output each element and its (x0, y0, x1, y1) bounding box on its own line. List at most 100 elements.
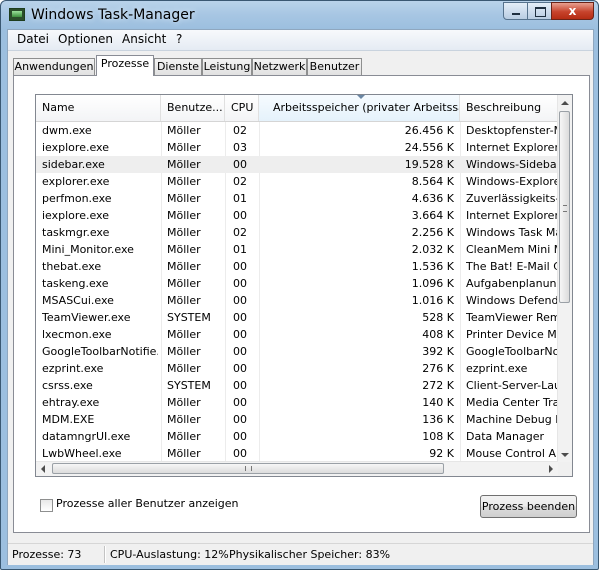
table-row[interactable]: lxecmon.exe Möller 00 408 K Printer Device M… (36, 326, 558, 343)
table-row[interactable]: sidebar.exe Möller 00 19.528 K Windows-Sideb… (36, 156, 558, 173)
table-row[interactable]: datamngrUI.exe Möller 00 108 K Data Manager (36, 428, 558, 445)
table-row[interactable]: LwbWheel.exe Möller 00 92 K Mouse Control Ap… (36, 445, 558, 462)
table-row[interactable]: csrss.exe SYSTEM 00 272 K Client-Server-Lauf… (36, 377, 558, 394)
maximize-button[interactable] (527, 2, 552, 20)
process-name: LwbWheel.exe (42, 447, 122, 460)
scroll-up-icon[interactable] (561, 101, 569, 105)
table-row[interactable]: Mini_Monitor.exe Möller 01 2.032 K CleanMem … (36, 241, 558, 258)
process-memory: 8.564 K (411, 175, 454, 188)
process-cpu: 00 (233, 158, 247, 171)
process-user: Möller (167, 124, 201, 137)
table-row[interactable]: explorer.exe Möller 02 8.564 K Windows-Explo… (36, 173, 558, 190)
tab-prozesse[interactable]: Prozesse (96, 55, 154, 76)
process-description: Internet Explorer (466, 141, 558, 154)
process-list[interactable]: Name Benutze... CPU Arbeitsspeicher (pri… (35, 94, 573, 477)
scroll-down-icon[interactable] (561, 453, 569, 457)
horizontal-scrollbar[interactable] (36, 461, 558, 476)
horizontal-scroll-thumb[interactable] (52, 463, 444, 474)
process-description: Mouse Control App (466, 447, 558, 460)
process-description: Aufgabenplanungs (466, 277, 558, 290)
table-row[interactable]: ezprint.exe Möller 00 276 K ezprint.exe (36, 360, 558, 377)
process-memory: 19.528 K (404, 158, 454, 171)
menu-optionen[interactable]: Optionen (56, 32, 115, 46)
process-cpu: 00 (233, 294, 247, 307)
table-row[interactable]: MSASCui.exe Möller 00 1.016 K Windows Defend… (36, 292, 558, 309)
process-user: Möller (167, 243, 201, 256)
column-name[interactable]: Name (36, 95, 161, 121)
table-row[interactable]: iexplore.exe Möller 03 24.556 K Internet Exp… (36, 139, 558, 156)
menu-ansicht[interactable]: Ansicht (120, 32, 168, 46)
table-row[interactable]: taskeng.exe Möller 00 1.096 K Aufgabenplanun… (36, 275, 558, 292)
process-cpu: 03 (233, 141, 247, 154)
table-row[interactable]: taskmgr.exe Möller 02 2.256 K Windows Task M… (36, 224, 558, 241)
column-user[interactable]: Benutze... (161, 95, 225, 121)
process-name: taskmgr.exe (42, 226, 110, 239)
table-row[interactable]: MDM.EXE Möller 00 136 K Machine Debug Ma (36, 411, 558, 428)
title-bar[interactable]: Windows Task-Manager x (1, 1, 598, 29)
process-name: thebat.exe (42, 260, 102, 273)
process-description: Data Manager (466, 430, 544, 443)
scroll-right-icon[interactable] (549, 465, 553, 473)
process-user: Möller (167, 294, 201, 307)
scroll-left-icon[interactable] (41, 465, 45, 473)
tab-benutzer[interactable]: Benutzer (307, 58, 362, 75)
column-description[interactable]: Beschreibung (460, 95, 558, 121)
process-name: Mini_Monitor.exe (42, 243, 134, 256)
end-process-button[interactable]: Prozess beenden (480, 495, 577, 518)
tab-bar: Anwendungen Prozesse Dienste Leistung Ne… (8, 55, 593, 76)
process-memory: 3.664 K (411, 209, 454, 222)
status-divider (104, 546, 105, 563)
process-user: Möller (167, 260, 201, 273)
process-name: iexplore.exe (42, 209, 109, 222)
menu-datei[interactable]: Datei (15, 32, 51, 46)
process-name: TeamViewer.exe (42, 311, 131, 324)
vertical-scrollbar[interactable] (557, 95, 572, 462)
process-cpu: 00 (233, 328, 247, 341)
show-all-users-checkbox[interactable] (40, 499, 53, 512)
table-row[interactable]: GoogleToolbarNotifie... Möller 00 392 K Goog… (36, 343, 558, 360)
process-cpu: 00 (233, 379, 247, 392)
process-name: taskeng.exe (42, 277, 109, 290)
column-memory[interactable]: Arbeitsspeicher (privater Arbeitssatz) (259, 95, 460, 121)
tab-dienste[interactable]: Dienste (154, 58, 202, 75)
process-description: Windows-Explorer (466, 175, 558, 188)
table-row[interactable]: perfmon.exe Möller 01 4.636 K Zuverlässigkei… (36, 190, 558, 207)
process-memory: 2.032 K (411, 243, 454, 256)
table-row[interactable]: ehtray.exe Möller 00 140 K Media Center Tray (36, 394, 558, 411)
process-cpu: 01 (233, 192, 247, 205)
task-manager-icon (9, 8, 25, 21)
processes-panel: Name Benutze... CPU Arbeitsspeicher (pri… (13, 75, 590, 533)
status-bar: Prozesse: 73 CPU-Auslastung: 12% Physika… (8, 543, 593, 565)
table-row[interactable]: dwm.exe Möller 02 26.456 K Desktopfenster-Ma (36, 122, 558, 139)
process-description: CleanMem Mini Mor (466, 243, 558, 256)
process-name: datamngrUI.exe (42, 430, 131, 443)
tab-leistung[interactable]: Leistung (202, 58, 252, 75)
process-name: sidebar.exe (42, 158, 105, 171)
table-row[interactable]: TeamViewer.exe SYSTEM 00 528 K TeamViewer Re… (36, 309, 558, 326)
process-cpu: 02 (233, 124, 247, 137)
process-memory: 140 K (422, 396, 454, 409)
process-description: Machine Debug Ma (466, 413, 558, 426)
vertical-scroll-thumb[interactable] (559, 111, 570, 303)
process-cpu: 00 (233, 430, 247, 443)
process-cpu: 00 (233, 413, 247, 426)
show-all-users-label[interactable]: Prozesse aller Benutzer anzeigen (56, 497, 239, 510)
status-cpu-usage: CPU-Auslastung: 12% (110, 548, 229, 561)
menu-help[interactable]: ? (174, 32, 184, 46)
process-description: GoogleToolbarNotifi (466, 345, 558, 358)
close-icon: x (568, 4, 577, 18)
tab-anwendungen[interactable]: Anwendungen (13, 58, 95, 75)
process-rows: dwm.exe Möller 02 26.456 K Desktopfenster-Ma… (36, 122, 558, 476)
table-row[interactable]: iexplore.exe Möller 00 3.664 K Internet Expl… (36, 207, 558, 224)
process-user: Möller (167, 226, 201, 239)
process-description: Desktopfenster-Ma (466, 124, 558, 137)
tab-netzwerk[interactable]: Netzwerk (252, 58, 307, 75)
process-description: ezprint.exe (466, 362, 528, 375)
process-name: explorer.exe (42, 175, 110, 188)
grip-icon (245, 466, 252, 471)
column-cpu[interactable]: CPU (225, 95, 259, 121)
close-button[interactable]: x (551, 2, 594, 20)
table-row[interactable]: thebat.exe Möller 00 1.536 K The Bat! E-Mail… (36, 258, 558, 275)
process-memory: 1.536 K (411, 260, 454, 273)
minimize-button[interactable] (503, 2, 528, 20)
